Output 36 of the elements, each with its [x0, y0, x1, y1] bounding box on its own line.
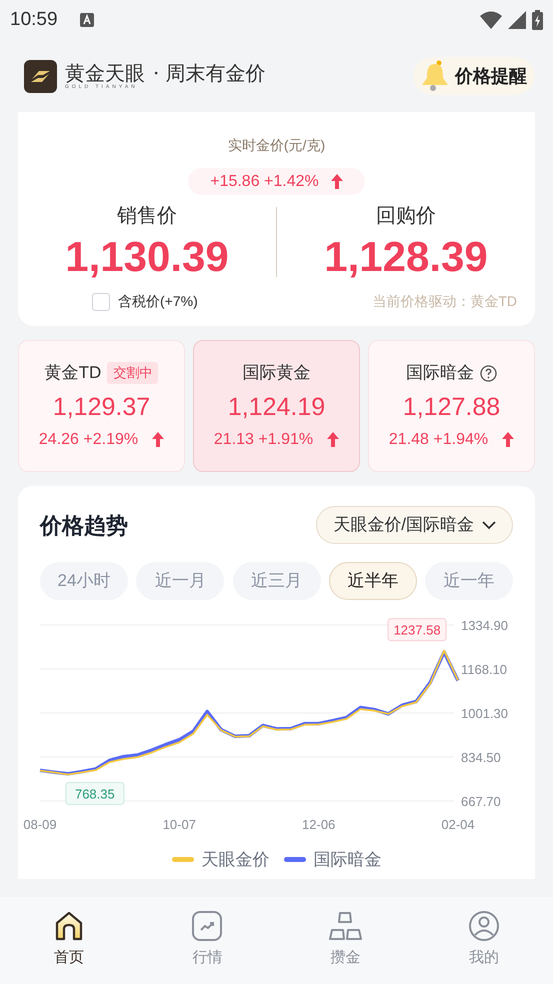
brand-name: 黄金天眼 — [65, 62, 145, 82]
market-price: 1,129.37 — [52, 392, 150, 422]
y-axis-label: 667.70 — [461, 794, 501, 809]
market-price: 1,127.88 — [402, 392, 500, 422]
status-time: 10:59 — [10, 8, 58, 32]
annotation: 1237.58 — [394, 622, 441, 638]
legend-label: 天眼金价 — [202, 849, 270, 871]
x-axis-label: 02-04 — [441, 817, 475, 829]
sell-price-label: 销售价 — [117, 204, 177, 229]
x-axis-label: 08-09 — [23, 817, 57, 829]
status-badge: 交割中 — [107, 362, 158, 384]
change-pill: +15.86 +1.42% — [188, 168, 365, 195]
y-axis-label: 1334.90 — [461, 618, 508, 633]
price-driver: 当前价格驱动：黄金TD — [372, 292, 517, 311]
sell-price: 1,130.39 — [65, 232, 229, 282]
price-subtitle: 实时金价(元/克) — [228, 136, 326, 155]
market-name: 黄金TD — [44, 362, 102, 384]
annotation: 768.35 — [74, 786, 115, 802]
value-label: 768.35 — [65, 782, 124, 805]
buy-price-label: 回购价 — [376, 204, 436, 229]
market-change: 21.48 +1.94% — [388, 430, 488, 450]
legend-label: 国际暗金 — [314, 849, 382, 871]
market-name: 国际黄金 — [242, 362, 310, 384]
market-name: 国际暗金 — [406, 362, 474, 384]
market-change: 21.13 +1.91% — [214, 430, 314, 450]
market-price: 1,124.19 — [228, 392, 326, 422]
y-axis-label: 1001.30 — [461, 706, 508, 721]
y-axis-label: 1168.10 — [461, 662, 508, 677]
y-axis-label: 834.50 — [461, 750, 501, 765]
section-title: 价格趋势 — [40, 512, 128, 540]
value-label: 1237.58 — [388, 618, 447, 642]
slogan: · 周末有金价 — [153, 60, 266, 87]
market-change: 24.26 +2.19% — [38, 430, 138, 450]
buy-price: 1,128.39 — [324, 232, 488, 282]
x-axis-label: 10-07 — [162, 817, 196, 829]
x-axis-label: 12-06 — [302, 817, 336, 829]
